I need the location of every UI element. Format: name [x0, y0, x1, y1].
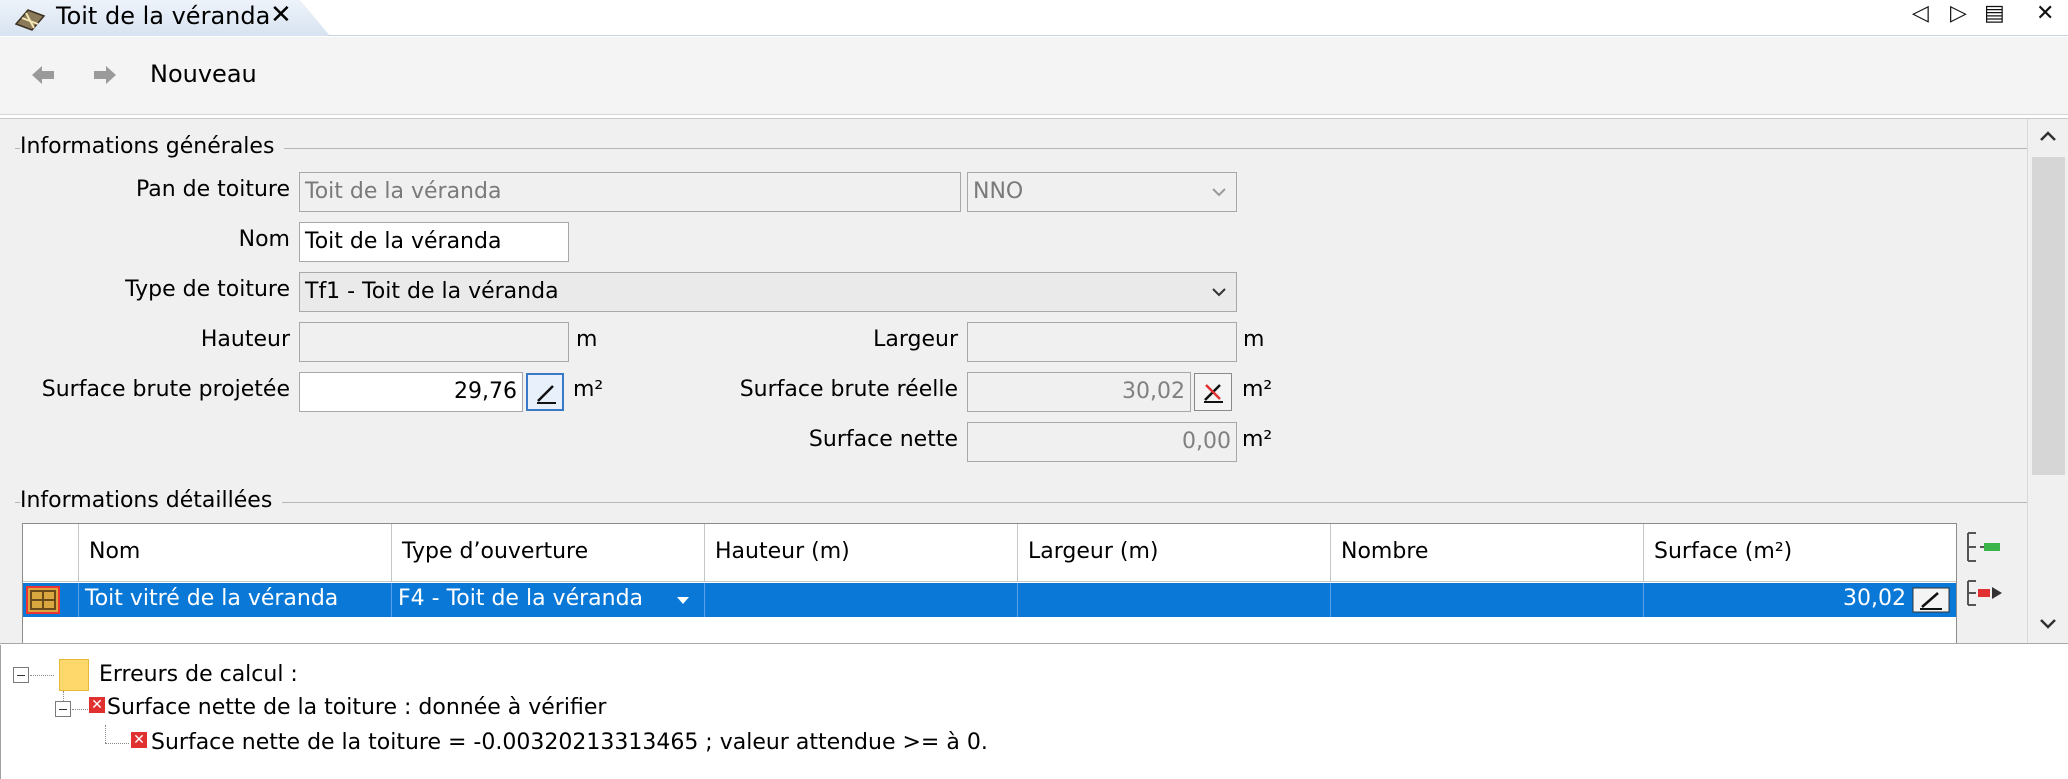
- pan-label: Pan de toiture: [135, 177, 290, 202]
- pan-field: Toit de la véranda: [299, 172, 961, 212]
- new-button[interactable]: Nouveau: [150, 59, 257, 89]
- tree-node-leaf[interactable]: Surface nette de la toiture = -0.0032021…: [151, 728, 988, 758]
- error-tree: Erreurs de calcul : ✕ Surface nette de l…: [0, 645, 2068, 779]
- cell-type[interactable]: F4 - Toit de la véranda: [392, 583, 705, 617]
- tree-connector: [105, 743, 129, 744]
- divider: [15, 148, 2027, 149]
- type-label: Type de toiture: [125, 277, 290, 302]
- hauteur-label: Hauteur: [200, 327, 290, 352]
- arrow-right-icon[interactable]: [92, 63, 118, 87]
- tree-node-root[interactable]: Erreurs de calcul :: [99, 660, 298, 690]
- tab-list-icon[interactable]: ▤: [1984, 0, 2005, 28]
- surface-reelle-unit: m²: [1242, 377, 1273, 402]
- nom-label: Nom: [238, 227, 290, 252]
- general-section-title: Informations générales: [20, 133, 285, 161]
- arrow-left-icon[interactable]: [30, 63, 56, 87]
- tree-node-child[interactable]: Surface nette de la toiture : donnée à v…: [107, 693, 606, 723]
- error-icon: ✕: [89, 697, 105, 713]
- largeur-label: Largeur: [873, 327, 958, 352]
- surface-proj-label: Surface brute projetée: [41, 377, 290, 402]
- pencil-icon: [537, 385, 556, 404]
- nom-input[interactable]: Toit de la véranda: [299, 222, 569, 262]
- tree-connector: [72, 709, 88, 710]
- surface-proj-unit: m²: [573, 377, 604, 402]
- cell-largeur[interactable]: [1018, 583, 1331, 617]
- toolbar: Nouveau: [0, 37, 2068, 115]
- scroll-up-icon[interactable]: [2038, 127, 2058, 147]
- largeur-input: [967, 322, 1237, 362]
- surface-reelle-field: 30,02: [967, 372, 1191, 412]
- cell-surface[interactable]: 30,02: [1644, 583, 1956, 617]
- details-section-title: Informations détaillées: [20, 487, 283, 515]
- vertical-scrollbar[interactable]: [2027, 119, 2068, 643]
- hauteur-input: [299, 322, 569, 362]
- hauteur-unit: m: [576, 327, 598, 352]
- column-header-hauteur[interactable]: Hauteur (m): [705, 524, 1018, 582]
- table-header-row-icon: [23, 524, 79, 582]
- surface-nette-label: Surface nette: [808, 427, 958, 452]
- surface-proj-input[interactable]: 29,76: [299, 372, 523, 412]
- collapse-icon[interactable]: [13, 667, 29, 683]
- chevron-down-icon: [1212, 188, 1226, 197]
- type-select[interactable]: Tf1 - Toit de la véranda: [299, 272, 1237, 312]
- openings-table: Nom Type d’ouverture Hauteur (m) Largeur…: [22, 523, 1957, 643]
- table-row[interactable]: Toit vitré de la véranda F4 - Toit de la…: [23, 583, 1956, 617]
- editor-tab-bar: Toit de la véranda ✕ ◁ ▷ ▤ ✕: [0, 0, 2068, 36]
- scroll-down-icon[interactable]: [2038, 613, 2058, 633]
- largeur-unit: m: [1243, 327, 1265, 352]
- tree-connector: [63, 691, 64, 701]
- form-panel: Informations générales Pan de toiture To…: [0, 118, 2068, 644]
- tree-connector: [105, 725, 106, 743]
- column-header-nombre[interactable]: Nombre: [1331, 524, 1644, 582]
- orientation-value: NNO: [973, 179, 1024, 204]
- tree-connector: [30, 675, 54, 676]
- window-close-icon[interactable]: ✕: [2036, 0, 2054, 28]
- editor-tab[interactable]: Toit de la véranda ✕: [0, 0, 330, 36]
- scrollbar-thumb[interactable]: [2032, 157, 2065, 475]
- move-row-button[interactable]: [1962, 573, 2008, 613]
- cell-nom[interactable]: Toit vitré de la véranda: [79, 583, 392, 617]
- orientation-select: NNO: [967, 172, 1237, 212]
- pencil-cancel-icon: [1204, 384, 1223, 403]
- window-icon: [26, 586, 60, 614]
- add-row-icon: [1967, 532, 2000, 562]
- column-header-nom[interactable]: Nom: [79, 524, 392, 582]
- tab-prev-icon[interactable]: ◁: [1912, 0, 1929, 28]
- type-value: Tf1 - Toit de la véranda: [305, 279, 559, 304]
- folder-icon: [59, 659, 89, 691]
- tab-next-icon[interactable]: ▷: [1950, 0, 1967, 28]
- edit-surface-proj-button[interactable]: [526, 373, 564, 411]
- error-icon: ✕: [131, 732, 147, 748]
- surface-nette-field: 0,00: [967, 422, 1237, 462]
- tab-title: Toit de la véranda: [56, 2, 271, 30]
- move-row-icon: [1967, 580, 2002, 606]
- add-row-button[interactable]: [1962, 527, 2008, 567]
- cell-type-value: F4 - Toit de la véranda: [398, 586, 644, 611]
- dropdown-arrow-icon[interactable]: [676, 595, 690, 605]
- surface-reelle-label: Surface brute réelle: [739, 377, 958, 402]
- column-header-type[interactable]: Type d’ouverture: [392, 524, 705, 582]
- row-type-cell: [23, 583, 79, 617]
- tab-close-icon[interactable]: ✕: [270, 0, 292, 30]
- divider: [15, 502, 2027, 503]
- pencil-icon[interactable]: [1912, 587, 1950, 613]
- chevron-down-icon: [1212, 288, 1226, 297]
- column-header-surface[interactable]: Surface (m²): [1644, 524, 1956, 582]
- reset-surface-reelle-button[interactable]: [1194, 373, 1232, 411]
- surface-nette-unit: m²: [1242, 427, 1273, 452]
- cell-surface-value: 30,02: [1843, 586, 1906, 611]
- column-header-largeur[interactable]: Largeur (m): [1018, 524, 1331, 582]
- collapse-icon[interactable]: [55, 701, 71, 717]
- cell-hauteur[interactable]: [705, 583, 1018, 617]
- cell-nombre[interactable]: [1331, 583, 1644, 617]
- roof-icon: [14, 9, 46, 31]
